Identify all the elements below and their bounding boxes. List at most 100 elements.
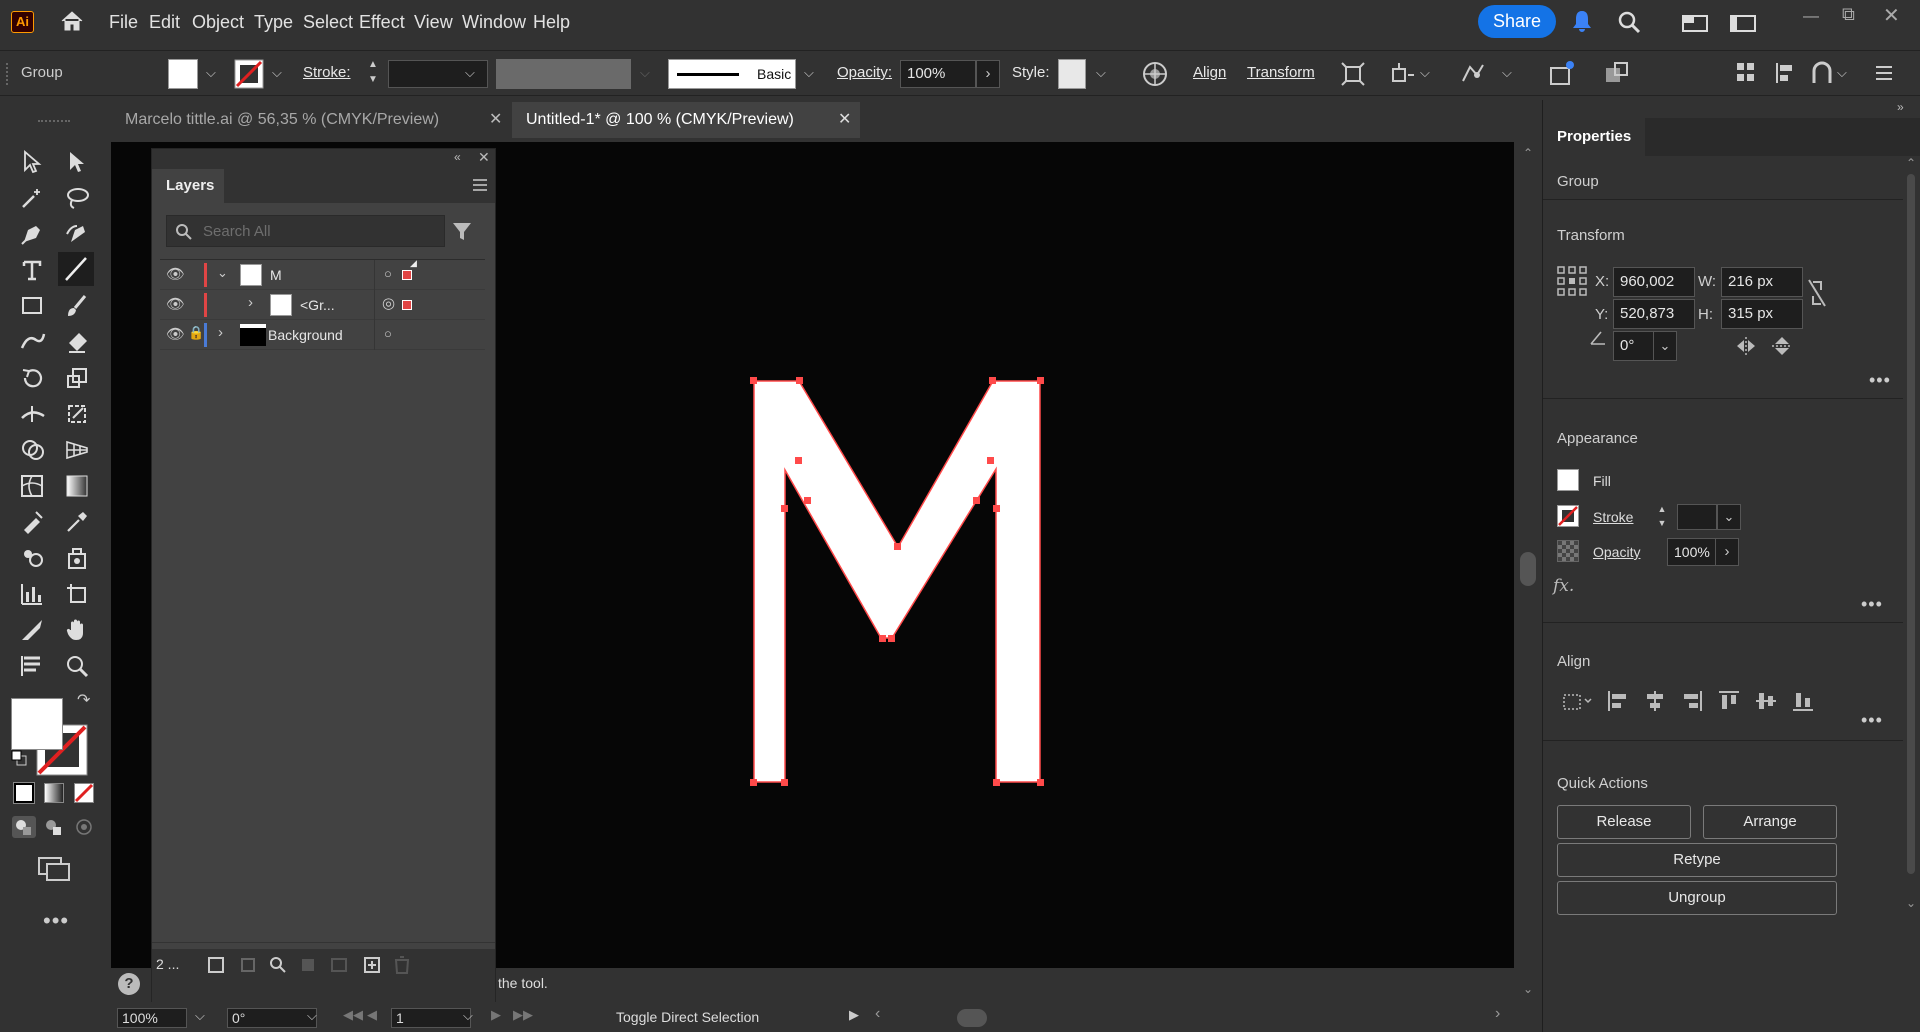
transform-link[interactable]: Transform bbox=[1247, 64, 1315, 81]
new-sublayer-icon[interactable] bbox=[328, 955, 352, 979]
mesh-tool-icon[interactable] bbox=[20, 474, 44, 498]
layer-row-background[interactable]: 👁 🔒 › Background ○ bbox=[160, 320, 485, 350]
line-tool-icon[interactable] bbox=[58, 252, 94, 286]
search-icon[interactable] bbox=[1617, 10, 1641, 38]
swap-colors-icon[interactable]: ↷ bbox=[77, 690, 90, 710]
column-graph-tool-icon[interactable] bbox=[20, 582, 44, 606]
align-to-selection-icon[interactable] bbox=[1561, 690, 1593, 716]
curvature-tool-icon[interactable] bbox=[65, 222, 89, 246]
menu-help[interactable]: Help bbox=[533, 12, 570, 33]
width-tool-icon[interactable] bbox=[20, 402, 46, 426]
menu-window[interactable]: Window bbox=[462, 12, 526, 33]
new-layer-icon[interactable] bbox=[362, 955, 382, 979]
h-field[interactable]: 315 px bbox=[1721, 299, 1803, 329]
flip-vertical-icon[interactable] bbox=[1771, 336, 1793, 360]
close-tab-icon[interactable]: ✕ bbox=[489, 102, 502, 138]
draw-behind-icon[interactable] bbox=[42, 816, 66, 842]
opacity-arrow-icon[interactable]: › bbox=[1715, 538, 1739, 566]
selection-tool-icon[interactable] bbox=[20, 150, 44, 174]
stroke-weight-dropdown-icon[interactable]: ⌵ bbox=[465, 65, 475, 81]
prev-artboard-icon[interactable]: ◀ bbox=[367, 1007, 377, 1023]
tab-untitled-1[interactable]: Untitled-1* @ 100 % (CMYK/Preview) ✕ bbox=[512, 102, 860, 138]
lock-icon[interactable]: 🔒 bbox=[188, 325, 204, 341]
brush-dropdown-icon[interactable]: ⌵ bbox=[804, 65, 814, 81]
reference-point-icon[interactable] bbox=[1557, 266, 1587, 300]
draw-normal-icon[interactable] bbox=[12, 816, 36, 838]
target-circle-icon[interactable]: ○ bbox=[384, 266, 392, 281]
transform-more-options-icon[interactable]: ••• bbox=[1869, 370, 1891, 391]
profile-dropdown-icon[interactable]: ⌵ bbox=[640, 65, 650, 81]
hand-tool-icon[interactable] bbox=[65, 618, 89, 642]
chevron-right-icon[interactable]: › bbox=[248, 294, 253, 311]
menu-select[interactable]: Select bbox=[303, 12, 353, 33]
zoom-tool-icon[interactable] bbox=[65, 654, 89, 678]
align-horizontal-center-icon[interactable] bbox=[1644, 690, 1666, 716]
fill-color-front[interactable] bbox=[11, 698, 63, 750]
menu-file[interactable]: File bbox=[109, 12, 138, 33]
workspace-icon[interactable] bbox=[1730, 13, 1756, 37]
scroll-down-icon[interactable]: ⌄ bbox=[1906, 896, 1916, 910]
rotation-dropdown-icon[interactable]: ⌵ bbox=[307, 1008, 317, 1024]
rectangle-tool-icon[interactable] bbox=[20, 294, 44, 318]
stroke-weight-field[interactable] bbox=[1677, 504, 1717, 530]
fill-dropdown-icon[interactable]: ⌵ bbox=[206, 65, 216, 81]
fx-icon[interactable]: fx. bbox=[1553, 576, 1574, 596]
visibility-eye-icon[interactable]: 👁 bbox=[166, 295, 185, 313]
scale-tool-icon[interactable] bbox=[65, 366, 89, 390]
notifications-icon[interactable] bbox=[1571, 9, 1593, 37]
locate-object-icon[interactable] bbox=[238, 955, 258, 979]
stroke-label[interactable]: Stroke bbox=[1593, 509, 1633, 525]
opacity-field[interactable]: 100% bbox=[900, 60, 976, 88]
direct-selection-tool-icon[interactable] bbox=[65, 150, 89, 174]
graphic-style-swatch[interactable] bbox=[1058, 59, 1086, 89]
clipping-mask-icon[interactable] bbox=[298, 955, 318, 979]
paintbrush-tool-icon[interactable] bbox=[65, 294, 89, 318]
help-icon[interactable]: ? bbox=[118, 973, 140, 995]
last-artboard-icon[interactable]: ▶▶ bbox=[513, 1007, 533, 1023]
slice-tool-icon[interactable] bbox=[20, 618, 44, 642]
fill-swatch[interactable] bbox=[168, 59, 198, 89]
print-tiling-tool-icon[interactable] bbox=[20, 654, 44, 678]
layer-row-group[interactable]: 👁 › <Gr... ◎ bbox=[160, 290, 485, 320]
share-button[interactable]: Share bbox=[1478, 5, 1556, 38]
lasso-tool-icon[interactable] bbox=[65, 186, 91, 210]
image-trace-icon[interactable] bbox=[1548, 59, 1576, 91]
align-more-options-icon[interactable]: ••• bbox=[1861, 710, 1883, 731]
selection-indicator[interactable] bbox=[402, 270, 412, 280]
filter-icon[interactable] bbox=[452, 221, 472, 245]
color-mode-icon[interactable] bbox=[13, 782, 35, 804]
menu-edit[interactable]: Edit bbox=[149, 12, 180, 33]
horizontal-scroll-thumb[interactable] bbox=[957, 1009, 987, 1027]
y-field[interactable]: 520,873 px bbox=[1613, 299, 1695, 350]
ungroup-button[interactable]: Ungroup bbox=[1557, 881, 1837, 915]
align-top-icon[interactable] bbox=[1718, 690, 1740, 716]
arrange-documents-icon[interactable] bbox=[1682, 13, 1708, 37]
menu-effect[interactable]: Effect bbox=[359, 12, 405, 33]
control-panel-menu-icon[interactable] bbox=[1874, 63, 1894, 87]
stroke-label[interactable]: Stroke: bbox=[303, 64, 351, 81]
menu-type[interactable]: Type bbox=[254, 12, 293, 33]
symbol-sprayer-tool-icon[interactable] bbox=[20, 546, 46, 570]
layer-name[interactable]: <Gr... bbox=[300, 297, 335, 313]
restore-icon[interactable]: ⧉ bbox=[1842, 4, 1855, 25]
opacity-arrow-icon[interactable]: › bbox=[976, 60, 1000, 88]
align-to-icon[interactable] bbox=[1774, 61, 1796, 89]
blend-tool-icon[interactable] bbox=[20, 510, 44, 534]
align-left-icon[interactable] bbox=[1607, 690, 1629, 716]
tab-layers[interactable]: Layers bbox=[152, 169, 224, 203]
align-right-icon[interactable] bbox=[1681, 690, 1703, 716]
panel-menu-icon[interactable] bbox=[472, 178, 488, 196]
layer-name[interactable]: M bbox=[270, 267, 282, 283]
gradient-tool-icon[interactable] bbox=[65, 474, 89, 498]
crop-image-icon[interactable] bbox=[1603, 59, 1631, 91]
shape-builder-tool-icon[interactable] bbox=[20, 438, 46, 462]
draw-inside-icon[interactable] bbox=[72, 816, 96, 842]
transform-each-icon[interactable] bbox=[1388, 61, 1414, 91]
puppet-warp-icon[interactable] bbox=[1460, 61, 1486, 91]
none-mode-icon[interactable] bbox=[74, 783, 94, 807]
magic-wand-tool-icon[interactable] bbox=[20, 186, 44, 210]
style-dropdown-icon[interactable]: ⌵ bbox=[1096, 65, 1106, 81]
close-tab-icon[interactable]: ✕ bbox=[838, 102, 851, 138]
stroke-stepper[interactable]: ▲ ▼ bbox=[364, 57, 382, 91]
artboard-dropdown-icon[interactable]: ⌵ bbox=[463, 1008, 473, 1024]
